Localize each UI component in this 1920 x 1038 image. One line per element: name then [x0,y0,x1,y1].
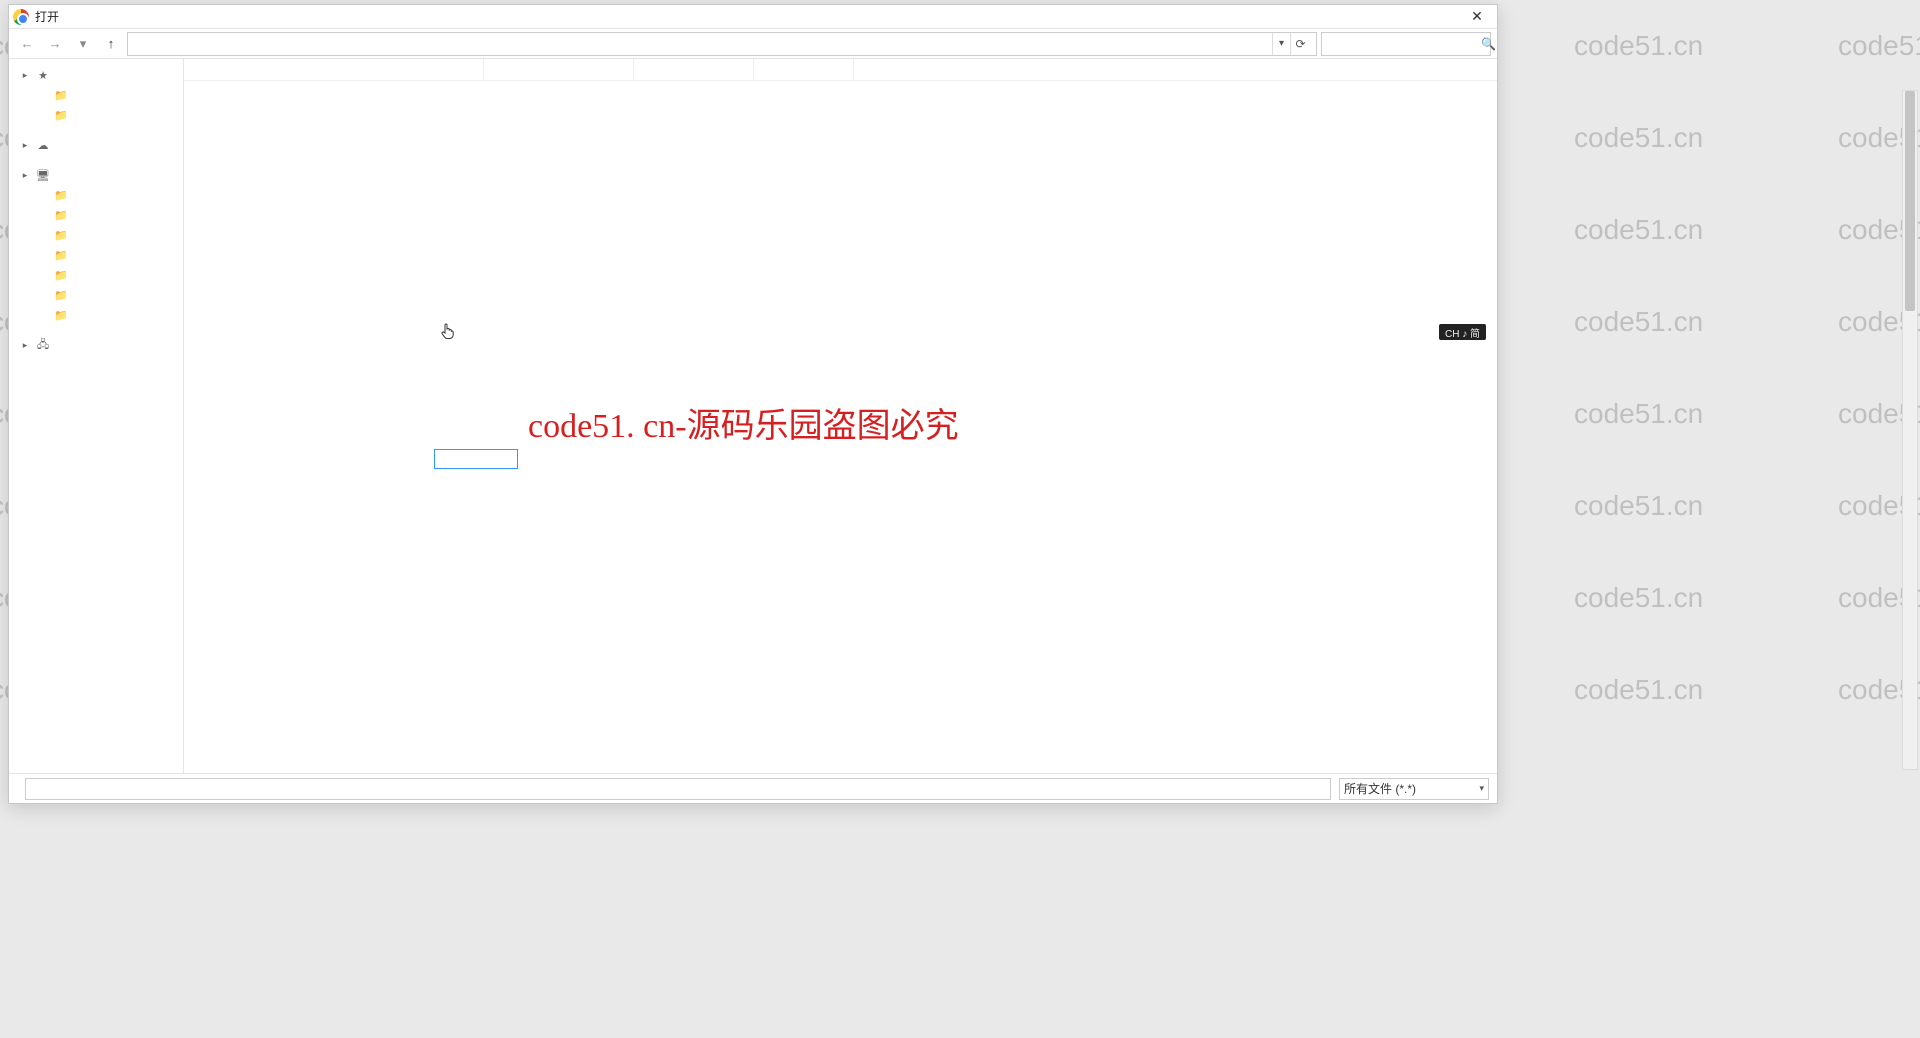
dialog-titlebar: 打开 ✕ [9,5,1497,29]
search-box[interactable]: 🔍 [1321,32,1491,56]
dialog-bottombar: 所有文件 (*.*) ▾ [9,773,1497,803]
chevron-down-icon: ▾ [1479,783,1484,794]
inline-text-box[interactable] [434,449,518,469]
column-name[interactable] [184,59,484,80]
sidebar-subitem[interactable]: 📁 [9,205,183,225]
chrome-icon [13,9,29,25]
search-icon[interactable]: 🔍 [1481,37,1496,51]
tree-expand-icon[interactable]: ▸ [19,140,31,151]
nav-recent-button[interactable]: ▾ [71,32,95,56]
sidebar-item[interactable]: ▸🖧 [9,335,183,355]
sidebar-subitem[interactable]: 📁 [9,225,183,245]
tree-expand-icon[interactable]: ▸ [19,340,31,351]
nav-sidebar[interactable]: ▸★📁📁▸☁▸🖥📁📁📁📁📁📁📁▸🖧 [9,59,184,773]
sidebar-subitem[interactable]: 📁 [9,285,183,305]
folder-icon: 📁 [53,189,69,202]
nav-back-button[interactable]: ← [15,32,39,56]
tree-expand-icon[interactable]: ▸ [19,170,31,181]
pc-icon: 🖥 [35,169,51,182]
inline-text-input[interactable] [437,450,515,468]
sidebar-subitem[interactable]: 📁 [9,105,183,125]
star-icon: ★ [35,69,51,82]
folder-icon: 📁 [53,249,69,262]
onedrive-icon: ☁ [35,139,51,152]
page-scrollbar[interactable] [1902,90,1918,770]
column-date[interactable] [484,59,634,80]
folder-icon: 📁 [53,269,69,282]
column-size[interactable] [754,59,854,80]
folder-icon: 📁 [53,89,69,102]
sidebar-subitem[interactable]: 📁 [9,265,183,285]
sidebar-subitem[interactable]: 📁 [9,185,183,205]
filename-input[interactable] [25,778,1331,800]
nav-up-button[interactable]: ↑ [99,32,123,56]
filter-selected-label: 所有文件 (*.*) [1344,780,1416,797]
address-bar[interactable]: ▾ ⟳ [127,32,1317,56]
breadcrumb-dropdown-icon[interactable]: ▾ [1272,33,1290,55]
column-type[interactable] [634,59,754,80]
dialog-title: 打开 [35,8,59,25]
ime-indicator-badge: CH ♪ 简 [1439,324,1486,340]
sidebar-subitem[interactable]: 📁 [9,245,183,265]
close-button[interactable]: ✕ [1457,5,1497,29]
folder-icon: 📁 [53,109,69,122]
folder-icon: 📁 [53,229,69,242]
sidebar-item[interactable]: ▸★ [9,65,183,85]
ime-badge-text: CH ♪ 简 [1445,325,1480,340]
column-headers [184,59,1497,81]
tree-expand-icon[interactable]: ▸ [19,70,31,81]
nav-forward-button[interactable]: → [43,32,67,56]
search-input[interactable] [1326,37,1481,51]
sidebar-item[interactable]: ▸☁ [9,135,183,155]
sidebar-subitem[interactable]: 📁 [9,305,183,325]
sidebar-item[interactable]: ▸🖥 [9,165,183,185]
scrollbar-thumb[interactable] [1905,91,1915,311]
sidebar-subitem[interactable]: 📁 [9,85,183,105]
anti-theft-watermark-text: code51. cn-源码乐园盗图必究 [528,398,959,447]
dialog-toolbar: ← → ▾ ↑ ▾ ⟳ 🔍 [9,29,1497,59]
net-icon: 🖧 [35,336,51,355]
folder-icon: 📁 [53,209,69,222]
folder-icon: 📁 [53,309,69,322]
folder-icon: 📁 [53,289,69,302]
file-type-filter[interactable]: 所有文件 (*.*) ▾ [1339,778,1489,800]
refresh-icon[interactable]: ⟳ [1290,33,1310,55]
